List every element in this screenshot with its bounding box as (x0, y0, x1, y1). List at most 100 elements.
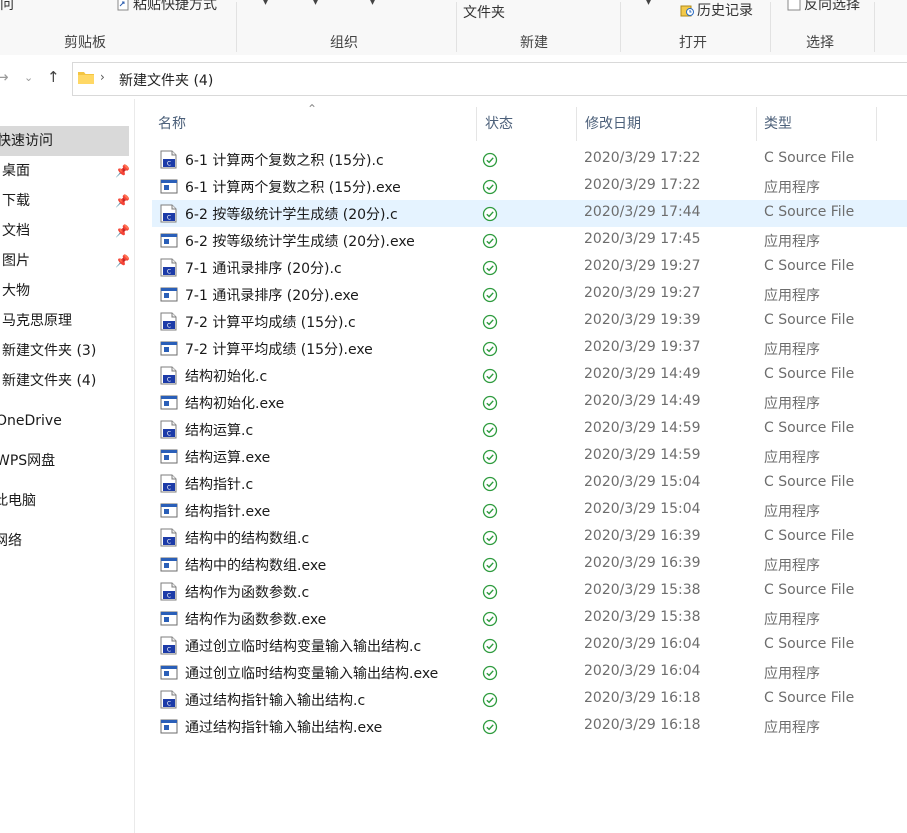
breadcrumb-current-folder[interactable]: 新建文件夹 (4) (119, 70, 213, 90)
chevron-down-icon[interactable]: ▾ (313, 0, 318, 8)
file-row[interactable]: C 通过创立临时结构变量输入输出结构.c 2020/3/29 16:04 C Sour… (152, 632, 907, 659)
file-row[interactable]: C 通过结构指针输入输出结构.c 2020/3/29 16:18 C Source F… (152, 686, 907, 713)
application-icon (160, 233, 178, 248)
file-row[interactable]: 6-2 按等级统计学生成绩 (20分).exe 2020/3/29 17:45 应用… (152, 227, 907, 254)
sidebar-item-quick-access[interactable]: 快速访问 (0, 126, 129, 156)
column-divider[interactable] (876, 107, 877, 141)
file-type: C Source File (764, 366, 855, 382)
sync-status-icon (482, 611, 498, 627)
invert-selection-button[interactable]: 反向选择 (787, 0, 860, 14)
file-modified-date: 2020/3/29 19:27 (584, 258, 701, 274)
file-type: C Source File (764, 690, 855, 706)
sync-status-icon (482, 314, 498, 330)
history-icon (680, 5, 694, 17)
invert-selection-icon (787, 0, 801, 11)
file-row[interactable]: C 6-2 按等级统计学生成绩 (20分).c 2020/3/29 17:44 C S… (152, 200, 907, 227)
up-arrow-icon[interactable]: ↑ (47, 68, 60, 86)
file-type: C Source File (764, 204, 855, 220)
column-header-status[interactable]: 状态 (485, 113, 513, 133)
c-source-file-icon: C (160, 366, 177, 385)
chevron-down-icon[interactable]: ▾ (646, 0, 651, 8)
file-name: 6-2 按等级统计学生成绩 (20分).exe (185, 234, 415, 250)
file-name: 6-2 按等级统计学生成绩 (20分).c (185, 207, 398, 223)
c-source-file-icon: C (160, 582, 177, 601)
file-modified-date: 2020/3/29 15:38 (584, 582, 701, 598)
sidebar-item-onedrive[interactable]: OneDrive (0, 406, 128, 436)
file-modified-date: 2020/3/29 16:04 (584, 663, 701, 679)
breadcrumb-chevron-icon[interactable]: › (100, 70, 105, 84)
file-modified-date: 2020/3/29 15:38 (584, 609, 701, 625)
file-row[interactable]: C 结构作为函数参数.c 2020/3/29 15:38 C Source File (152, 578, 907, 605)
file-row[interactable]: 通过结构指针输入输出结构.exe 2020/3/29 16:18 应用程序 (152, 713, 907, 740)
file-type: 应用程序 (764, 450, 820, 466)
file-modified-date: 2020/3/29 16:04 (584, 636, 701, 652)
sidebar-item-dawu[interactable]: 大物 (2, 276, 134, 306)
application-icon (160, 611, 178, 626)
file-type: 应用程序 (764, 342, 820, 358)
file-type: 应用程序 (764, 612, 820, 628)
sync-status-icon (482, 503, 498, 519)
sidebar-item-wps-drive[interactable]: WPS网盘 (0, 446, 128, 476)
file-row[interactable]: C 结构运算.c 2020/3/29 14:59 C Source File (152, 416, 907, 443)
sidebar-item-marxism[interactable]: 马克思原理 (2, 306, 134, 336)
file-row[interactable]: 结构指针.exe 2020/3/29 15:04 应用程序 (152, 497, 907, 524)
file-row[interactable]: C 7-1 通讯录排序 (20分).c 2020/3/29 19:27 C Sourc… (152, 254, 907, 281)
file-row[interactable]: 7-2 计算平均成绩 (15分).exe 2020/3/29 19:37 应用程序 (152, 335, 907, 362)
address-bar[interactable]: › 新建文件夹 (4) (72, 62, 907, 96)
file-row[interactable]: 结构运算.exe 2020/3/29 14:59 应用程序 (152, 443, 907, 470)
file-row[interactable]: C 7-2 计算平均成绩 (15分).c 2020/3/29 19:39 C Sour… (152, 308, 907, 335)
file-type: 应用程序 (764, 504, 820, 520)
file-modified-date: 2020/3/29 19:27 (584, 285, 701, 301)
forward-arrow-icon[interactable]: → (0, 68, 9, 86)
history-button[interactable]: 历史记录 (680, 0, 753, 20)
recent-chevron-icon[interactable]: ⌄ (24, 71, 33, 84)
file-row[interactable]: C 6-1 计算两个复数之积 (15分).c 2020/3/29 17:22 C So… (152, 146, 907, 173)
c-source-file-icon: C (160, 528, 177, 547)
file-row[interactable]: C 结构指针.c 2020/3/29 15:04 C Source File (152, 470, 907, 497)
chevron-down-icon[interactable]: ▾ (370, 0, 375, 8)
column-header-name[interactable]: 名称 (158, 113, 186, 133)
sidebar-item-desktop[interactable]: 桌面 📌 (2, 156, 134, 186)
sidebar-item-this-pc[interactable]: 此电脑 (0, 486, 126, 516)
column-divider[interactable] (576, 107, 577, 141)
file-modified-date: 2020/3/29 19:37 (584, 339, 701, 355)
ribbon-divider (874, 2, 875, 52)
sidebar-item-new-folder-3[interactable]: 新建文件夹 (3) (2, 336, 134, 366)
c-source-file-icon: C (160, 150, 177, 169)
sidebar-item-network[interactable]: 网络 (0, 526, 126, 556)
sidebar-item-downloads[interactable]: 下载 📌 (2, 186, 134, 216)
folder-icon (78, 72, 94, 84)
sidebar-item-documents[interactable]: 文档 📌 (2, 216, 134, 246)
file-row[interactable]: C 结构中的结构数组.c 2020/3/29 16:39 C Source File (152, 524, 907, 551)
paste-shortcut-button[interactable]: 粘贴快捷方式 (116, 0, 217, 14)
column-header-modified[interactable]: 修改日期 (585, 113, 641, 133)
sync-status-icon (482, 449, 498, 465)
sync-status-icon (482, 368, 498, 384)
file-name: 6-1 计算两个复数之积 (15分).exe (185, 180, 401, 196)
c-source-file-icon: C (160, 690, 177, 709)
new-folder-button[interactable]: 文件夹 (463, 2, 505, 22)
sync-status-icon (482, 530, 498, 546)
column-divider[interactable] (756, 107, 757, 141)
file-modified-date: 2020/3/29 16:39 (584, 555, 701, 571)
file-row[interactable]: 7-1 通讯录排序 (20分).exe 2020/3/29 19:27 应用程序 (152, 281, 907, 308)
sidebar-item-pictures[interactable]: 图片 📌 (2, 246, 134, 276)
column-divider[interactable] (476, 107, 477, 141)
sidebar-item-new-folder-4[interactable]: 新建文件夹 (4) (2, 366, 134, 396)
file-modified-date: 2020/3/29 17:45 (584, 231, 701, 247)
file-type: 应用程序 (764, 666, 820, 682)
file-row[interactable]: 6-1 计算两个复数之积 (15分).exe 2020/3/29 17:22 应用程… (152, 173, 907, 200)
file-row[interactable]: 结构初始化.exe 2020/3/29 14:49 应用程序 (152, 389, 907, 416)
file-row[interactable]: 通过创立临时结构变量输入输出结构.exe 2020/3/29 16:04 应用程序 (152, 659, 907, 686)
file-modified-date: 2020/3/29 14:59 (584, 447, 701, 463)
svg-text:C: C (167, 647, 171, 654)
chevron-down-icon[interactable]: ▾ (263, 0, 268, 8)
file-row[interactable]: C 结构初始化.c 2020/3/29 14:49 C Source File (152, 362, 907, 389)
navigation-pane: 快速访问 桌面 📌 下载 📌 文档 📌 图片 📌 大物 马克思原理 新建文件夹 … (0, 99, 135, 833)
file-row[interactable]: 结构中的结构数组.exe 2020/3/29 16:39 应用程序 (152, 551, 907, 578)
file-modified-date: 2020/3/29 14:59 (584, 420, 701, 436)
sync-status-icon (482, 341, 498, 357)
column-header-type[interactable]: 类型 (764, 113, 792, 133)
pin-icon: 📌 (115, 254, 130, 268)
file-row[interactable]: 结构作为函数参数.exe 2020/3/29 15:38 应用程序 (152, 605, 907, 632)
